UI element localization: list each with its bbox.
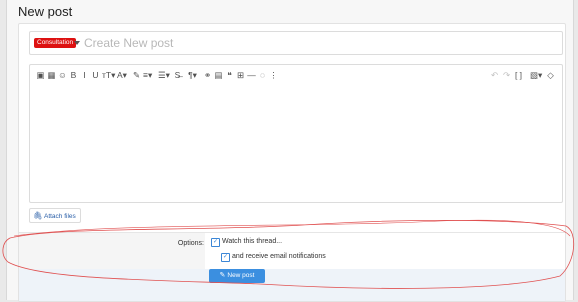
editor-body[interactable] [30,87,562,202]
main-panel: New post Consultation ▣▦☺BIUтT▾A▾✎≡▾☰▾S̶… [6,0,574,302]
bold-icon[interactable]: B [69,69,78,82]
underline-icon[interactable]: U [91,69,100,82]
watch-thread-label[interactable]: Watch this thread... [222,238,282,245]
email-notifications-label[interactable]: and receive email notifications [232,253,326,260]
thread-title-row: Consultation [29,31,563,55]
options-label: Options: [177,240,204,247]
compose-icon: ✎ [219,272,226,279]
thread-title-input[interactable] [84,34,554,52]
link-icon[interactable]: ⚭ [203,69,212,82]
gallery-icon[interactable]: ▤ [214,69,223,82]
new-post-label: New post [227,272,255,279]
table-icon[interactable]: ⊞ [236,69,245,82]
submit-row: ✎ New post [19,269,565,301]
undo-icon[interactable]: ↶ [490,69,499,82]
options-row: Options: ✓ Watch this thread... ✓ and re… [19,232,565,270]
chevron-down-icon[interactable] [74,41,80,45]
watch-thread-checkbox[interactable]: ✓ [211,238,220,247]
new-post-button[interactable]: ✎ New post [209,269,265,283]
font-color-icon[interactable]: A▾ [117,69,127,82]
paperclip-icon: 🖇 [33,211,43,220]
email-notifications-checkbox[interactable]: ✓ [221,253,230,262]
bbcode-icon[interactable]: [ ] [514,69,523,82]
page-title: New post [18,4,73,19]
eraser-icon[interactable]: ◇ [546,69,555,82]
list-icon[interactable]: ☰▾ [158,69,170,82]
hide-icon[interactable]: ◌ [258,69,267,82]
quote-icon[interactable]: ❝ [225,69,234,82]
horizontal-rule-icon[interactable]: — [247,69,256,82]
align-icon[interactable]: ≡▾ [143,69,152,82]
drafts-icon[interactable]: ▧▾ [530,69,542,82]
paragraph-icon[interactable]: ¶▾ [188,69,197,82]
italic-icon[interactable]: I [80,69,89,82]
redo-icon[interactable]: ↷ [502,69,511,82]
emoji-icon[interactable]: ☺ [58,69,67,82]
palette-icon[interactable]: ✎ [132,69,141,82]
image-icon[interactable]: ▦ [47,69,56,82]
prefix-badge[interactable]: Consultation [34,38,77,48]
media-icon[interactable]: ▣ [36,69,45,82]
post-form: Consultation ▣▦☺BIUтT▾A▾✎≡▾☰▾S̶¶▾⚭▤❝⊞—◌⋮… [18,23,566,302]
strike-icon[interactable]: S̶ [173,69,182,82]
text-size-icon[interactable]: тT▾ [102,69,115,82]
options-box: ✓ Watch this thread... ✓ and receive ema… [205,233,565,270]
editor-toolbar: ▣ ▦ ☺ B I UтT▾ A▾ ✎ ≡▾ ☰▾ S̶ ¶▾ ⚭ ▤ ❝ ⊞ — ◌ ⋮ ↶ ↷[ ] ▧▾ ◇ [30,65,562,87]
attach-files-label: Attach files [43,213,76,220]
more-icon[interactable]: ⋮ [269,69,278,82]
rich-text-editor: ▣ ▦ ☺ B I UтT▾ A▾ ✎ ≡▾ ☰▾ S̶ ¶▾ ⚭ ▤ ❝ ⊞ — ◌ ⋮ ↶ ↷[ ] ▧▾ ◇ [29,64,563,203]
attach-files-button[interactable]: 🖇 Attach files [29,208,81,223]
